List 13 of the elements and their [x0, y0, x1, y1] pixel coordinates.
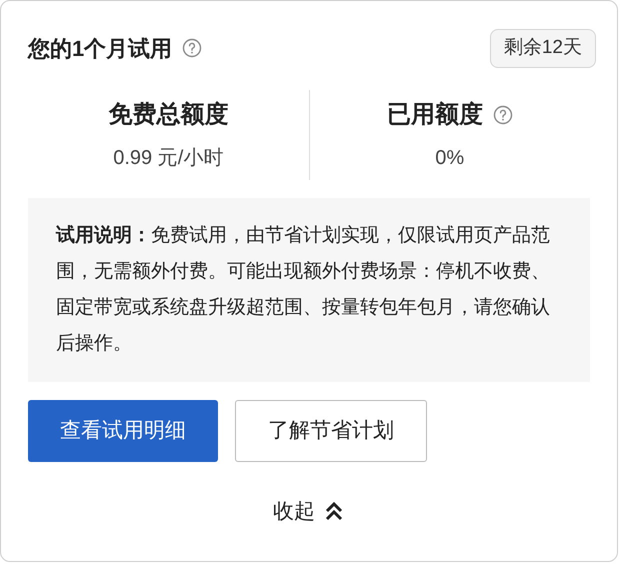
- stat-value: 0.99 元/小时: [113, 146, 224, 170]
- trial-note: 试用说明：免费试用，由节省计划实现，仅限试用页产品范围，无需额外付费。可能出现额外付费场景：停机不收费、固定带宽或系统盘升级超范围、按量转包年包月，请您确认后操作。: [56, 224, 551, 356]
- stat-label: 已用额度: [386, 100, 483, 130]
- help-icon[interactable]: [182, 38, 202, 58]
- double-chevron-up-icon: [323, 500, 345, 522]
- collapse-button[interactable]: 收起: [273, 496, 345, 527]
- stat-label: 免费总额度: [108, 100, 228, 130]
- stat-value: 0%: [435, 146, 464, 170]
- view-trial-details-button[interactable]: 查看试用明细: [28, 400, 218, 462]
- learn-plan-button[interactable]: 了解节省计划: [235, 400, 427, 462]
- days-remaining-badge: 剩余12天: [490, 29, 596, 68]
- help-icon[interactable]: [492, 104, 513, 124]
- card-title: 您的1个月试用: [28, 34, 172, 63]
